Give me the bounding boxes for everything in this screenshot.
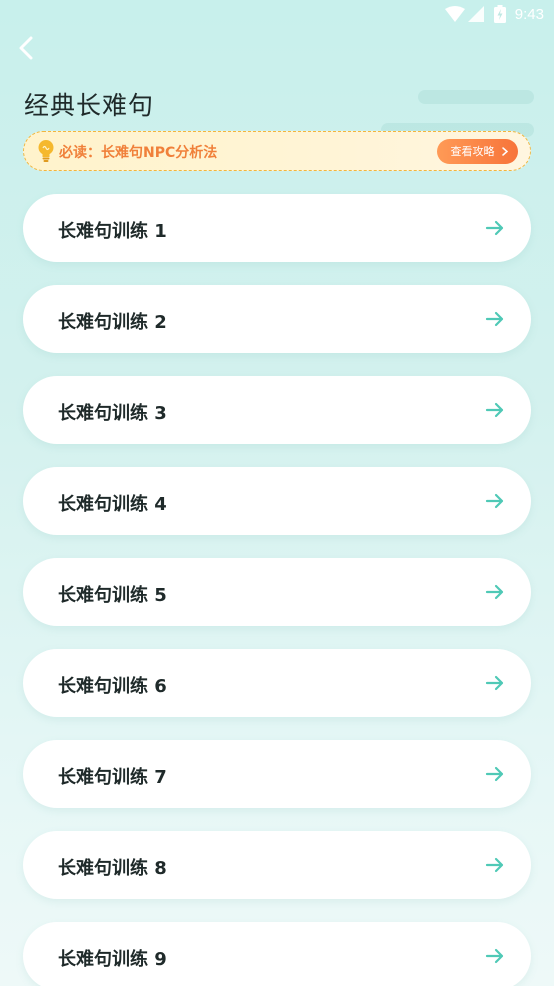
list-item-label: 长难句训练 6 <box>58 676 167 697</box>
cell-signal-icon <box>468 6 484 22</box>
list-item-training-6[interactable]: 长难句训练 6 <box>23 649 531 717</box>
list-item-training-9[interactable]: 长难句训练 9 <box>23 922 531 986</box>
arrow-right-icon <box>485 948 504 964</box>
view-guide-label: 查看攻略 <box>450 145 495 158</box>
arrow-right-icon <box>485 857 504 873</box>
list-item-label: 长难句训练 4 <box>58 494 167 515</box>
arrow-right-icon <box>485 220 504 236</box>
list-item-label: 长难句训练 5 <box>58 585 167 606</box>
list-item-label: 长难句训练 7 <box>58 767 167 788</box>
list-item-label: 长难句训练 8 <box>58 858 167 879</box>
list-item-training-1[interactable]: 长难句训练 1 <box>23 194 531 262</box>
arrow-right-icon <box>485 766 504 782</box>
npc-method-banner[interactable]: 必读：长难句NPC分析法 查看攻略 <box>23 131 531 171</box>
list-item-training-7[interactable]: 长难句训练 7 <box>23 740 531 808</box>
list-item-label: 长难句训练 9 <box>58 949 167 970</box>
list-item-training-8[interactable]: 长难句训练 8 <box>23 831 531 899</box>
arrow-right-icon <box>485 493 504 509</box>
status-time: 9:43 <box>514 6 544 23</box>
back-chevron-icon[interactable] <box>12 32 44 64</box>
lightbulb-icon <box>38 140 54 162</box>
chevron-right-icon <box>502 147 508 156</box>
list-item-training-3[interactable]: 长难句训练 3 <box>23 376 531 444</box>
view-guide-button[interactable]: 查看攻略 <box>437 139 518 164</box>
wifi-icon <box>445 6 465 22</box>
arrow-right-icon <box>485 402 504 418</box>
banner-text: 必读：长难句NPC分析法 <box>59 145 218 161</box>
list-item-training-5[interactable]: 长难句训练 5 <box>23 558 531 626</box>
list-item-label: 长难句训练 3 <box>58 403 167 424</box>
list-item-training-2[interactable]: 长难句训练 2 <box>23 285 531 353</box>
list-item-training-4[interactable]: 长难句训练 4 <box>23 467 531 535</box>
page-title: 经典长难句 <box>24 91 155 120</box>
list-item-label: 长难句训练 2 <box>58 312 167 333</box>
battery-icon <box>494 5 506 23</box>
decorative-shape <box>418 90 534 104</box>
list-item-label: 长难句训练 1 <box>58 221 167 242</box>
arrow-right-icon <box>485 675 504 691</box>
arrow-right-icon <box>485 311 504 327</box>
status-bar: 9:43 <box>0 0 554 30</box>
arrow-right-icon <box>485 584 504 600</box>
